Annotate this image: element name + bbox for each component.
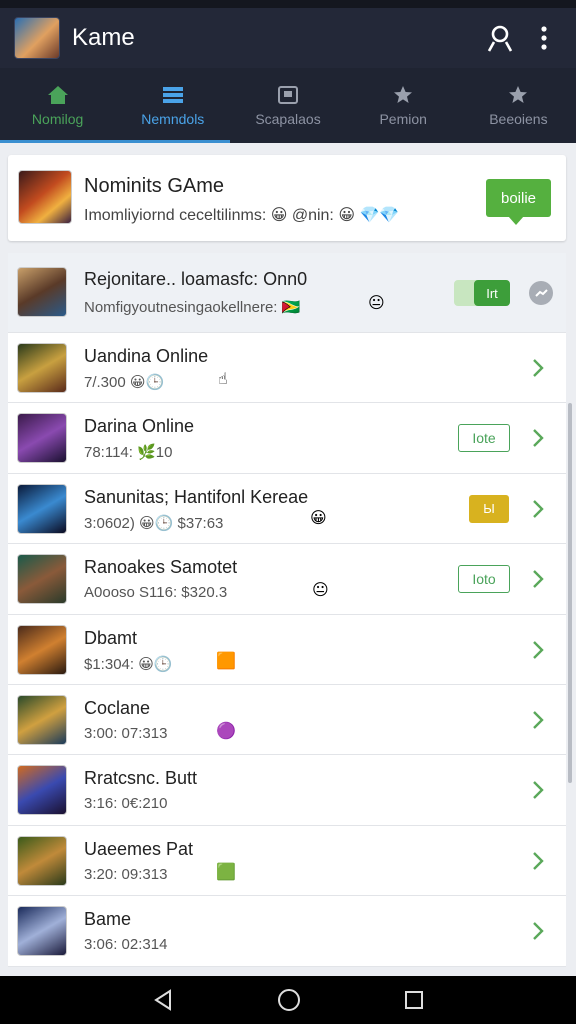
game-subtitle: 3:16: 0€:210 (84, 795, 168, 813)
app-title: Kame (72, 24, 135, 51)
list-item[interactable]: Uandina Online 7/.300 😀🕒 ☝ (8, 333, 566, 404)
list-item[interactable]: Ranoakes Samotet A0ooso S116: $320.3 😐 I… (8, 544, 566, 615)
game-thumbnail (17, 267, 67, 317)
game-title: Sanunitas; Hantifonl Kereae (84, 486, 309, 507)
app-logo (14, 17, 60, 59)
game-thumbnail (17, 906, 67, 957)
home-icon (47, 85, 68, 104)
tab-label: Nomilog (31, 110, 84, 127)
chevron-right-icon[interactable] (528, 779, 548, 801)
game-thumbnail (17, 624, 67, 675)
star-icon (509, 85, 528, 103)
status-bar (0, 0, 576, 8)
overflow-menu-button[interactable] (522, 16, 566, 60)
list-item[interactable]: Bame 3:06: 02:314 (8, 896, 566, 967)
featured-title: Nominits GAme (84, 175, 225, 197)
game-title: Rejonitare.. loamasfc: Onn0 (84, 269, 308, 289)
game-title: Rratcsnc. Butt (84, 768, 198, 789)
emoji-icon: 🟧 (216, 652, 236, 670)
tab-label: Nemndols (141, 110, 205, 127)
game-subtitle: 78:114: 🌿10 (84, 444, 173, 462)
game-title: Ranoakes Samotet (84, 557, 238, 578)
chevron-right-icon[interactable] (528, 427, 548, 449)
status-badge[interactable]: Ioto (458, 565, 510, 594)
more-vertical-icon (541, 26, 547, 50)
game-subtitle: $1:304: 😀🕒 (84, 655, 173, 673)
game-title: Bame (84, 909, 132, 930)
tab-pemion[interactable]: Pemion (346, 68, 461, 143)
tab-label: Beeoiens (489, 110, 548, 127)
enable-toggle[interactable]: Irt (454, 280, 510, 306)
emoji-icon: 😐 (368, 295, 385, 312)
game-thumbnail (18, 170, 72, 224)
chevron-right-icon[interactable] (528, 357, 548, 379)
list-item[interactable]: Sanunitas; Hantifonl Kereae 3:0602) 😀🕒 $… (8, 474, 566, 545)
emoji-icon: 😀 (310, 509, 327, 527)
featured-subtitle: Imomliyiornd ceceltilinms: 😀 @nin: 😀 💎💎 (84, 207, 400, 224)
chevron-right-icon[interactable] (528, 850, 548, 872)
status-badge[interactable]: Iote (458, 424, 510, 453)
featured-game-card[interactable]: Nominits GAme Imomliyiornd ceceltilinms:… (8, 155, 566, 241)
tab-nomilog[interactable]: Nomilog (0, 68, 116, 143)
back-icon[interactable] (151, 988, 175, 1012)
game-list: Rejonitare.. loamasfc: Onn0 Nomfigyoutne… (8, 253, 566, 967)
tab-label: Pemion (379, 110, 427, 127)
emoji-icon: 🟣 (216, 722, 236, 740)
game-subtitle: 3:20: 09:313 (84, 865, 168, 883)
emoji-icon: 🟩 (216, 863, 236, 881)
game-subtitle: 3:06: 02:314 (84, 936, 168, 954)
list-item[interactable]: Rratcsnc. Butt 3:16: 0€:210 (8, 755, 566, 826)
home-circle-icon[interactable] (276, 987, 302, 1013)
list-item[interactable]: Rejonitare.. loamasfc: Onn0 Nomfigyoutne… (8, 253, 566, 333)
list-item[interactable]: Coclane 3:00: 07:313 🟣 (8, 685, 566, 756)
game-subtitle: 3:0602) 😀🕒 $37:63 (84, 514, 224, 532)
game-subtitle: 7/.300 😀🕒 (84, 374, 165, 391)
tab-label: Scapalaos (255, 110, 321, 127)
scrollbar[interactable] (568, 403, 572, 783)
game-thumbnail (17, 694, 67, 745)
emoji-icon: 😐 (312, 582, 329, 600)
status-badge[interactable]: Ы (469, 494, 509, 523)
account-button[interactable] (478, 16, 522, 60)
recents-icon[interactable] (403, 989, 425, 1011)
game-subtitle: 3:00: 07:313 (84, 724, 168, 742)
game-subtitle: A0ooso S116: $320.3 (84, 584, 228, 602)
game-thumbnail (17, 835, 67, 886)
game-title: Uandina Online (84, 346, 209, 366)
tab-nemndols[interactable]: Nemndols (115, 68, 231, 143)
chevron-right-icon[interactable] (528, 568, 548, 590)
list-item[interactable]: Dbamt $1:304: 😀🕒 🟧 (8, 615, 566, 685)
tab-scapalaos[interactable]: Scapalaos (230, 68, 345, 143)
app-bar: Kame (0, 8, 576, 68)
game-title: Dbamt (84, 627, 138, 648)
game-title: Uaeemes Pat (84, 838, 194, 859)
game-thumbnail (17, 765, 67, 816)
chevron-right-icon[interactable] (528, 639, 548, 661)
account-icon (487, 25, 513, 52)
refresh-icon[interactable] (529, 281, 553, 305)
game-thumbnail (17, 483, 67, 534)
chevron-right-icon[interactable] (528, 709, 548, 731)
game-thumbnail (17, 554, 67, 605)
game-subtitle: Nomfigyoutnesingaokellnere: 🇬🇾 (84, 299, 301, 316)
featured-action-button[interactable]: boilie (486, 179, 551, 225)
toggle-knob: Irt (474, 280, 510, 306)
main-content[interactable]: Nominits GAme Imomliyiornd ceceltilinms:… (0, 143, 576, 976)
emoji-icon: ☝ (218, 371, 228, 388)
tab-bar: Nomilog Nemndols Scapalaos Pemion Beeoie… (0, 68, 576, 143)
chevron-right-icon[interactable] (528, 498, 548, 520)
star-icon (394, 85, 413, 103)
chevron-right-icon[interactable] (528, 920, 548, 942)
game-thumbnail (17, 343, 67, 393)
tab-beeoiens[interactable]: Beeoiens (461, 68, 576, 143)
list-item[interactable]: Uaeemes Pat 3:20: 09:313 🟩 (8, 826, 566, 897)
game-thumbnail (17, 413, 67, 464)
system-nav-bar (0, 976, 576, 1024)
list-item[interactable]: Darina Online 78:114: 🌿10 Iote (8, 403, 566, 474)
game-title: Coclane (84, 697, 151, 718)
game-title: Darina Online (84, 416, 195, 437)
list-icon (162, 86, 183, 103)
box-icon (278, 85, 298, 104)
